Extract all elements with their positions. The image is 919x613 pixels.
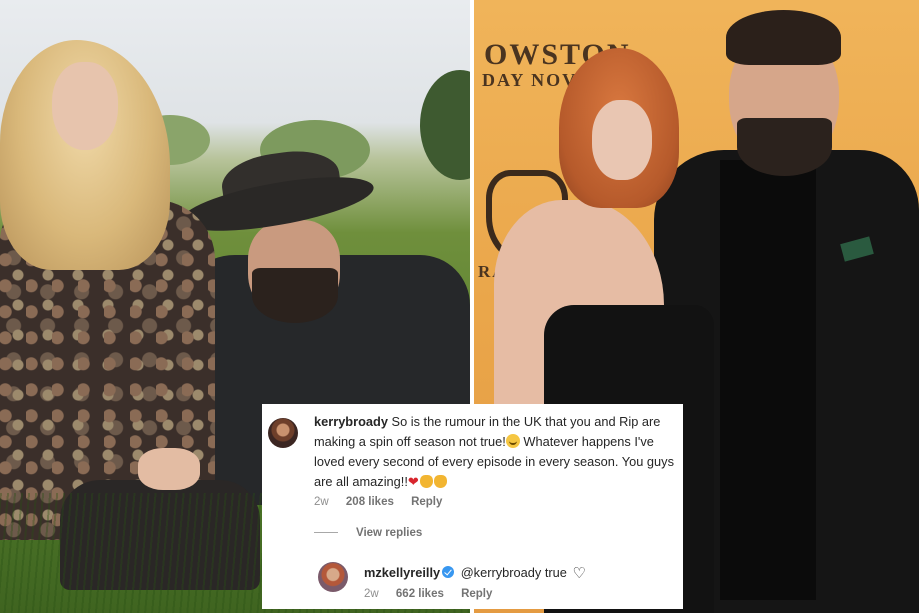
reply-text: mzkellyreilly @kerrybroady true ♡: [364, 564, 586, 582]
avatar[interactable]: [318, 562, 348, 592]
clapping-hands-emoji-icon: [433, 475, 447, 488]
man-beard: [737, 118, 832, 176]
reply-likes[interactable]: 662 likes: [396, 588, 444, 600]
comment-card: kerrybroady So is the rumour in the UK t…: [262, 404, 683, 609]
crying-face-emoji-icon: [505, 434, 520, 448]
divider: [314, 532, 338, 534]
clapping-hands-emoji-icon: [419, 475, 433, 488]
view-replies-label: View replies: [356, 527, 423, 539]
reply-content: true: [544, 565, 567, 580]
woman-face: [592, 100, 652, 180]
reply-mention[interactable]: @kerrybroady: [461, 565, 542, 580]
man-shirt: [720, 160, 816, 600]
reply-time: 2w: [364, 588, 379, 600]
man-beard: [252, 268, 338, 323]
woman-face: [52, 62, 118, 150]
background-tree: [420, 70, 470, 180]
comment-likes[interactable]: 208 likes: [346, 496, 394, 508]
reply-button[interactable]: Reply: [411, 496, 442, 508]
avatar[interactable]: [268, 418, 298, 448]
man-hair: [726, 10, 841, 65]
backdrop-text: DAY NOV: [482, 70, 578, 90]
reply-meta: 2w 662 likes Reply: [364, 588, 506, 600]
heart-outline-icon: ♡: [572, 565, 586, 582]
woman-hand: [138, 448, 200, 490]
comment-time: 2w: [314, 496, 329, 508]
reply-button[interactable]: Reply: [461, 588, 492, 600]
comment-text: kerrybroady So is the rumour in the UK t…: [314, 412, 679, 492]
comment-username[interactable]: kerrybroady: [314, 414, 388, 429]
reply-username[interactable]: mzkellyreilly: [364, 565, 440, 580]
view-replies-button[interactable]: View replies: [314, 527, 422, 539]
red-heart-emoji-icon: ❤: [407, 474, 419, 489]
comment-meta: 2w 208 likes Reply: [314, 496, 456, 508]
verified-badge-icon: [442, 566, 455, 578]
